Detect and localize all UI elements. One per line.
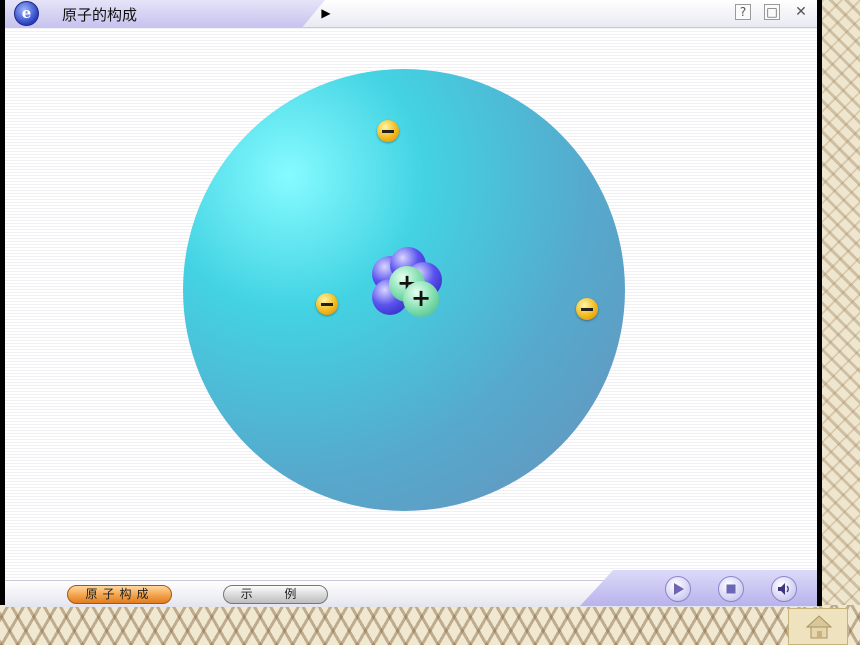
tab-example[interactable]: 示 例	[223, 585, 328, 604]
sound-button[interactable]	[771, 576, 797, 602]
electron	[576, 298, 598, 320]
play-button[interactable]	[665, 576, 691, 602]
next-arrow-icon[interactable]: ▶	[315, 3, 337, 23]
stop-button[interactable]	[718, 576, 744, 602]
home-icon	[805, 615, 833, 639]
proton: +	[403, 281, 439, 317]
electron	[377, 120, 399, 142]
decorative-border-right	[820, 0, 860, 645]
window-edge	[817, 0, 822, 606]
play-icon	[674, 583, 684, 595]
speaker-icon	[778, 583, 789, 595]
title-tab	[5, 0, 325, 27]
stop-icon	[726, 584, 736, 594]
courseware-window: e 原子的构成 ▶ ? □ ✕ + + 原子构成 示 例	[5, 0, 817, 607]
home-button[interactable]	[788, 608, 848, 645]
decorative-border-bottom	[0, 605, 860, 645]
tab-atom-structure[interactable]: 原子构成	[67, 585, 172, 604]
help-button[interactable]: ?	[735, 4, 751, 20]
electron	[316, 293, 338, 315]
app-logo-icon: e	[14, 1, 39, 26]
restore-button[interactable]: □	[764, 4, 780, 20]
animation-stage: + +	[5, 28, 817, 580]
title-bar: e 原子的构成 ▶ ? □ ✕	[5, 0, 817, 28]
window-title: 原子的构成	[62, 6, 138, 24]
close-button[interactable]: ✕	[793, 4, 809, 20]
